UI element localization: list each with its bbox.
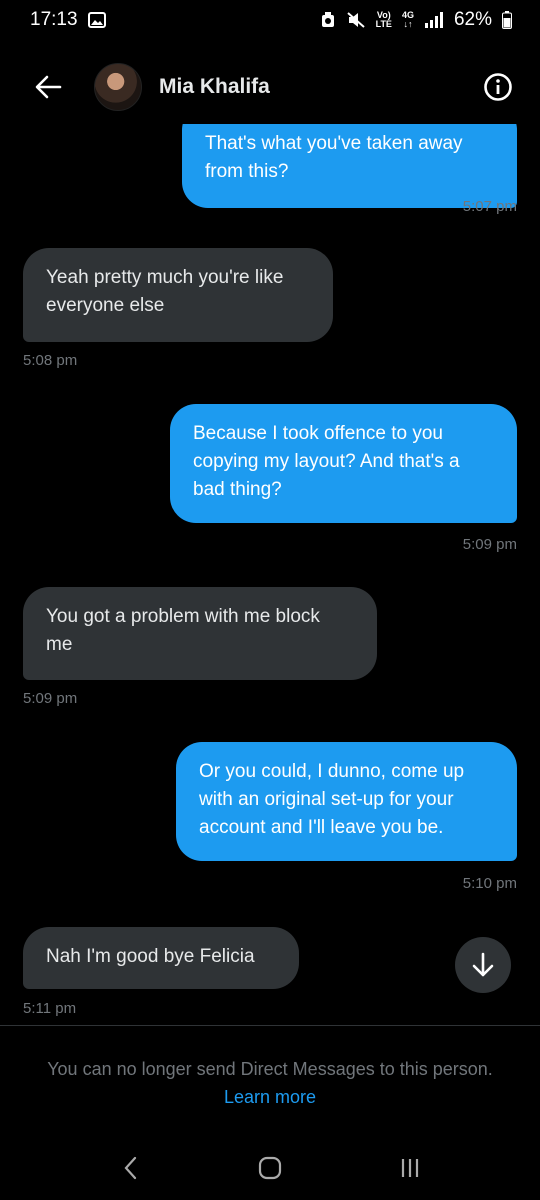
- message-line: copying my layout? And that's a: [193, 451, 460, 472]
- arrow-left-icon: [35, 75, 62, 99]
- avatar[interactable]: [94, 63, 142, 111]
- divider: [0, 1025, 540, 1026]
- message-line: from this?: [205, 161, 289, 182]
- volte-indicator: Vo) LTE: [376, 11, 392, 29]
- message-line: That's what you've taken away: [205, 133, 463, 154]
- signal-strength-icon: [424, 12, 444, 28]
- message-bubble-sent[interactable]: Or you could, I dunno, come up with an o…: [176, 742, 517, 861]
- message-line: me: [46, 634, 73, 655]
- message-line: Nah I'm good bye Felicia: [46, 946, 255, 967]
- status-right: Vo) LTE 4G ↓↑ 62%: [320, 9, 512, 31]
- chevron-left-icon: [124, 1156, 137, 1179]
- info-circle-icon: [484, 73, 512, 101]
- arrow-down-icon: [472, 952, 494, 977]
- data-indicator: 4G ↓↑: [401, 10, 414, 29]
- scroll-to-bottom-button[interactable]: [455, 937, 511, 993]
- nav-recents-button[interactable]: [380, 1143, 440, 1193]
- message-timestamp: 5:09 pm: [462, 536, 517, 553]
- message-line: Yeah pretty much you're like: [46, 267, 284, 288]
- recents-icon: [401, 1158, 419, 1177]
- message-timestamp: 5:07 pm: [462, 198, 517, 215]
- message-timestamp: 5:08 pm: [23, 352, 78, 369]
- battery-icon: [502, 11, 512, 29]
- conversation-header: Mia Khalifa: [0, 50, 540, 124]
- message-timestamp: 5:11 pm: [23, 1000, 77, 1017]
- status-bar: 17:13 Vo) LTE 4G ↓↑ 62%: [0, 0, 540, 40]
- info-button[interactable]: [482, 71, 514, 103]
- message-bubble-received[interactable]: You got a problem with me block me: [23, 587, 377, 680]
- message-line: with an original set-up for your: [199, 789, 454, 810]
- message-timestamp: 5:09 pm: [23, 690, 78, 707]
- battery-percent: 62%: [453, 9, 492, 30]
- back-button[interactable]: [32, 71, 64, 103]
- alarm-icon: [320, 11, 336, 29]
- nav-home-button[interactable]: [240, 1143, 300, 1193]
- message-line: You got a problem with me block: [46, 606, 320, 627]
- message-list[interactable]: That's what you've taken away from this?…: [0, 124, 540, 1022]
- learn-more-link[interactable]: Learn more: [224, 1083, 316, 1111]
- signal-type-label: 4G: [401, 10, 414, 20]
- system-navigation-bar: [0, 1135, 540, 1200]
- message-line: everyone else: [46, 295, 165, 316]
- mute-icon: [346, 11, 366, 29]
- contact-name[interactable]: Mia Khalifa: [159, 75, 270, 99]
- message-timestamp: 5:10 pm: [462, 875, 517, 892]
- gallery-notification-icon: [87, 12, 106, 28]
- message-bubble-received[interactable]: Nah I'm good bye Felicia: [23, 927, 299, 989]
- status-left: 17:13: [30, 9, 106, 31]
- nav-back-button[interactable]: [100, 1143, 160, 1193]
- network-bottom-label: LTE: [375, 19, 392, 29]
- message-bubble-sent[interactable]: Because I took offence to you copying my…: [170, 404, 517, 523]
- status-time: 17:13: [30, 9, 78, 30]
- message-line: account and I'll leave you be.: [199, 817, 444, 838]
- notice-text: You can no longer send Direct Messages t…: [47, 1059, 493, 1079]
- message-line: Because I took offence to you: [193, 423, 443, 444]
- message-line: bad thing?: [193, 479, 282, 500]
- dm-restricted-notice: You can no longer send Direct Messages t…: [0, 1055, 540, 1111]
- message-bubble-received[interactable]: Yeah pretty much you're like everyone el…: [23, 248, 333, 342]
- home-circle-icon: [258, 1156, 282, 1179]
- message-line: Or you could, I dunno, come up: [199, 761, 465, 782]
- message-bubble-sent[interactable]: That's what you've taken away from this?: [182, 124, 517, 208]
